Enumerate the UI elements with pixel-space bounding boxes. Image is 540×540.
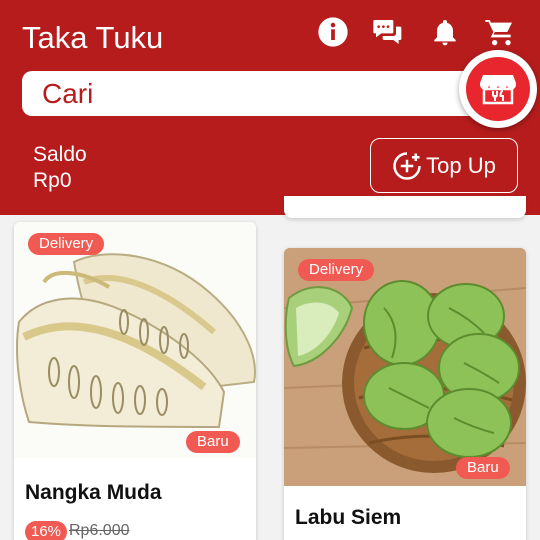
top-up-label: Top Up	[426, 152, 496, 178]
product-card[interactable]: Delivery Baru Nangka Muda 16% Rp6.000	[14, 222, 256, 540]
saldo-value: Rp0	[33, 169, 72, 192]
store-icon	[480, 75, 516, 105]
search-bar[interactable]	[22, 71, 492, 116]
discount-badge: 16%	[25, 521, 68, 540]
product-name: Nangka Muda	[25, 481, 162, 504]
top-up-button[interactable]: Top Up	[370, 138, 518, 193]
cart-icon[interactable]	[482, 14, 518, 50]
delivery-badge: Delivery	[28, 233, 105, 255]
product-image	[284, 248, 526, 486]
bell-icon[interactable]	[427, 14, 463, 50]
product-image	[14, 222, 256, 458]
info-icon[interactable]	[315, 14, 351, 50]
new-badge: Baru	[186, 431, 240, 453]
add-circle-icon	[393, 151, 421, 180]
original-price: Rp6.000	[69, 522, 130, 539]
delivery-badge: Delivery	[298, 259, 375, 281]
new-badge: Baru	[456, 457, 510, 479]
app-header: Taka Tuku Saldo Rp0 Top Up	[0, 0, 540, 215]
app-title: Taka Tuku	[22, 20, 164, 55]
search-input[interactable]	[22, 71, 492, 116]
store-button[interactable]	[459, 50, 537, 128]
saldo-label: Saldo	[33, 143, 87, 166]
product-card-partial[interactable]	[284, 196, 526, 218]
product-card[interactable]: Delivery Baru Labu Siem	[284, 248, 526, 540]
product-name: Labu Siem	[295, 506, 402, 529]
chat-icon[interactable]	[370, 14, 406, 50]
